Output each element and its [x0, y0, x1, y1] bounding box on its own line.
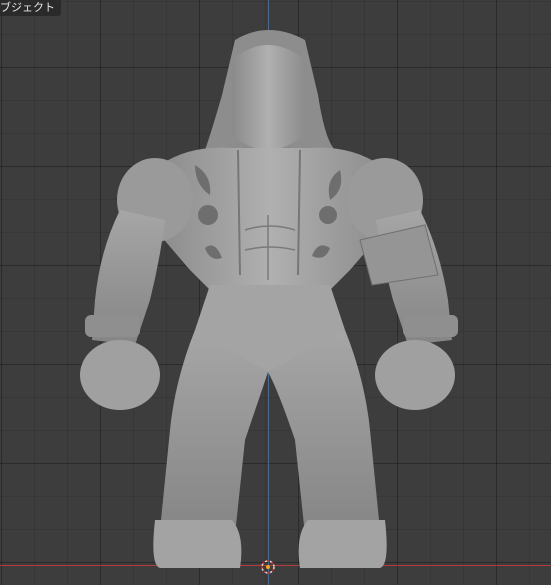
character-model[interactable] [0, 0, 551, 585]
spike [198, 205, 218, 225]
mode-label[interactable]: ブジェクト [0, 0, 61, 16]
3d-viewport[interactable]: ブジェクト [0, 0, 551, 585]
fist-left [80, 340, 160, 410]
3d-cursor-icon[interactable] [260, 559, 276, 575]
boot-left [153, 520, 242, 568]
boot-right [298, 520, 387, 568]
helmet [232, 45, 305, 150]
fist-right [375, 340, 455, 410]
wristband-left [85, 315, 140, 337]
wristband-right [403, 315, 458, 337]
spike [319, 206, 337, 224]
